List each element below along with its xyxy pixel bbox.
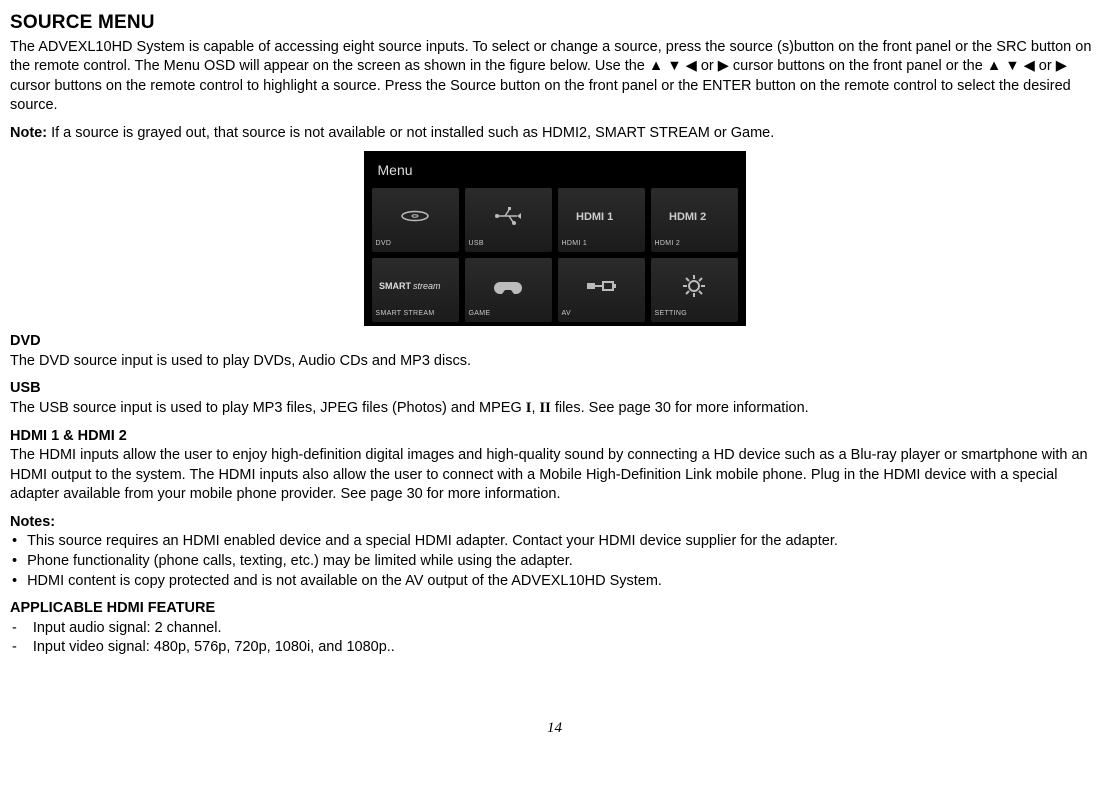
hdmi-body: The HDMI inputs allow the user to enjoy … bbox=[10, 446, 1099, 505]
intro-c: cursor buttons on the remote control to … bbox=[10, 78, 1071, 114]
note-paragraph: Note: If a source is grayed out, that so… bbox=[10, 124, 1099, 144]
svg-text:SMART: SMART bbox=[379, 281, 411, 291]
arrows-1: ▲ ▼ ◀ or ▶ bbox=[649, 58, 729, 74]
smartstream-icon: SMARTstream bbox=[376, 262, 455, 309]
osd-menu: Menu DVD USB HDMI 1 HDMI 1 bbox=[364, 151, 746, 326]
osd-cell-smartstream[interactable]: SMARTstream SMART STREAM bbox=[372, 258, 459, 322]
list-item: Phone functionality (phone calls, textin… bbox=[10, 552, 1099, 572]
usb-body-b: files. See page 30 for more information. bbox=[551, 400, 809, 416]
osd-label: SETTING bbox=[655, 309, 734, 318]
notes-list: This source requires an HDMI enabled dev… bbox=[10, 532, 1099, 591]
osd-label: USB bbox=[469, 239, 548, 248]
osd-grid: DVD USB HDMI 1 HDMI 1 HDMI 2 HDMI 2 bbox=[372, 188, 738, 322]
osd-cell-av[interactable]: AV bbox=[558, 258, 645, 322]
osd-cell-hdmi1[interactable]: HDMI 1 HDMI 1 bbox=[558, 188, 645, 252]
game-icon bbox=[469, 262, 548, 309]
osd-cell-game[interactable]: GAME bbox=[465, 258, 552, 322]
notes-heading: Notes: bbox=[10, 513, 1099, 533]
osd-cell-usb[interactable]: USB bbox=[465, 188, 552, 252]
dvd-icon bbox=[376, 192, 455, 239]
hdmi2-icon: HDMI 2 bbox=[655, 192, 734, 239]
osd-cell-setting[interactable]: SETTING bbox=[651, 258, 738, 322]
osd-label: DVD bbox=[376, 239, 455, 248]
usb-body-a: The USB source input is used to play MP3… bbox=[10, 400, 526, 416]
usb-comma: , bbox=[531, 400, 539, 416]
osd-label: SMART STREAM bbox=[376, 309, 455, 318]
osd-menu-title: Menu bbox=[372, 159, 738, 186]
intro-b: cursor buttons on the front panel or the bbox=[729, 58, 987, 74]
usb-heading: USB bbox=[10, 379, 1099, 399]
hdmi-heading: HDMI 1 & HDMI 2 bbox=[10, 427, 1099, 447]
osd-label: HDMI 1 bbox=[562, 239, 641, 248]
osd-label: GAME bbox=[469, 309, 548, 318]
mpeg-two: II bbox=[540, 400, 551, 416]
svg-text:stream: stream bbox=[413, 281, 441, 291]
intro-paragraph: The ADVEXL10HD System is capable of acce… bbox=[10, 38, 1099, 116]
svg-text:HDMI 2: HDMI 2 bbox=[669, 211, 706, 223]
page-title: SOURCE MENU bbox=[10, 10, 1099, 36]
osd-cell-hdmi2[interactable]: HDMI 2 HDMI 2 bbox=[651, 188, 738, 252]
feature-heading: APPLICABLE HDMI FEATURE bbox=[10, 599, 1099, 619]
osd-figure: Menu DVD USB HDMI 1 HDMI 1 bbox=[10, 151, 1099, 326]
list-item: Input audio signal: 2 channel. bbox=[10, 619, 1099, 639]
list-item: Input video signal: 480p, 576p, 720p, 10… bbox=[10, 638, 1099, 658]
osd-label: HDMI 2 bbox=[655, 239, 734, 248]
usb-body: The USB source input is used to play MP3… bbox=[10, 399, 1099, 419]
osd-label: AV bbox=[562, 309, 641, 318]
gear-icon bbox=[655, 262, 734, 309]
note-text: If a source is grayed out, that source i… bbox=[47, 125, 774, 141]
dvd-body: The DVD source input is used to play DVD… bbox=[10, 352, 1099, 372]
usb-icon bbox=[469, 192, 548, 239]
hdmi1-icon: HDMI 1 bbox=[562, 192, 641, 239]
arrows-2: ▲ ▼ ◀ or ▶ bbox=[987, 58, 1067, 74]
osd-cell-dvd[interactable]: DVD bbox=[372, 188, 459, 252]
list-item: HDMI content is copy protected and is no… bbox=[10, 572, 1099, 592]
av-icon bbox=[562, 262, 641, 309]
dvd-heading: DVD bbox=[10, 332, 1099, 352]
note-label: Note: bbox=[10, 125, 47, 141]
list-item: This source requires an HDMI enabled dev… bbox=[10, 532, 1099, 552]
page-number: 14 bbox=[10, 718, 1099, 738]
feature-list: Input audio signal: 2 channel. Input vid… bbox=[10, 619, 1099, 658]
svg-text:HDMI 1: HDMI 1 bbox=[576, 211, 613, 223]
